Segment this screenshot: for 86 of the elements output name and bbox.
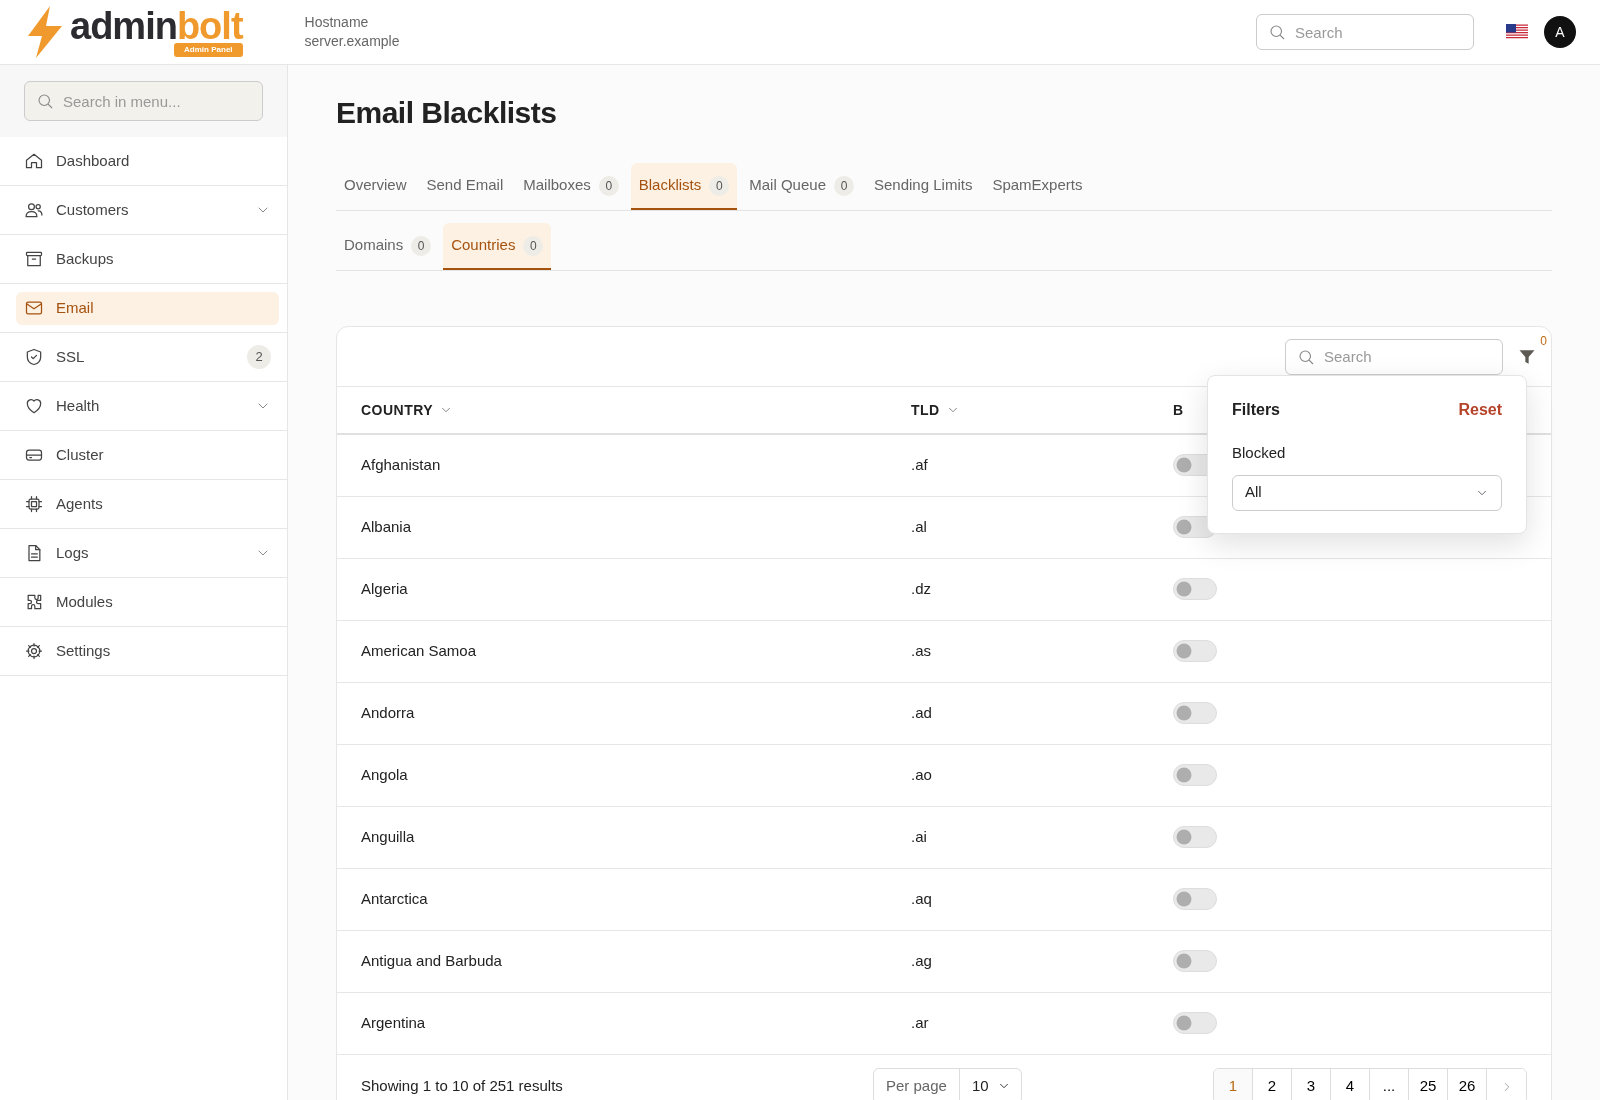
tab[interactable]: Countries 0 [443,223,552,270]
tab[interactable]: Send Email [418,163,512,210]
page-button[interactable]: 1 [1214,1069,1253,1100]
hostname-value: server.example [304,32,400,51]
toggle-switch[interactable] [1173,887,1217,910]
sidebar-item[interactable]: Customers [16,193,279,227]
table-cell-text: .ao [911,765,933,786]
table-cell-text: Andorra [360,703,416,724]
sidebar-item[interactable]: SSL 2 [16,340,279,374]
reset-link[interactable]: Reset [1458,398,1502,422]
sidebar-item[interactable]: Dashboard [16,144,279,178]
table-cell-text: .dz [911,579,932,600]
count-badge: 0 [709,175,730,196]
toggle-switch[interactable] [1173,763,1217,786]
toggle-switch[interactable] [1173,639,1217,662]
sidebar-item[interactable]: Settings [16,634,279,668]
column-header: B [1173,400,1184,420]
search-icon [36,92,54,110]
filter-count: 0 [1540,333,1547,351]
sidebar-item[interactable]: Email [16,291,279,325]
count-badge: 0 [598,175,619,196]
search-field[interactable]: Search [1256,14,1474,50]
blocked-select[interactable]: All [1232,474,1502,511]
shield-icon [24,347,44,367]
table-cell-text: Antarctica [360,889,429,910]
tab[interactable]: Sending Limits [866,163,981,210]
toggle-switch[interactable] [1173,701,1217,724]
table-cell-text: Afghanistan [360,455,442,476]
sidebar-item[interactable]: Backups [16,242,279,276]
sidebar-item[interactable]: Logs [16,536,279,570]
table-cell-text: Anguilla [360,827,416,848]
table-cell-text: American Samoa [360,641,478,662]
toggle-switch[interactable] [1173,825,1217,848]
results-summary: Showing 1 to 10 of 251 results [361,1075,564,1096]
logo-text: bolt [176,7,243,45]
table-search-field[interactable]: Search [1285,338,1503,375]
table-cell-text: Algeria [360,579,409,600]
logo-badge: Admin Panel [174,43,243,57]
table-cell-text: Antigua and Barbuda [360,951,503,972]
table-cell-text: Angola [360,765,409,786]
logo-text: admin [70,7,177,45]
avatar[interactable]: A [1544,16,1576,48]
table-cell-text: .aq [911,889,933,910]
tab[interactable]: SpamExperts [984,163,1091,210]
field-label: Blocked [1232,443,1287,463]
toggle-switch[interactable] [1173,949,1217,972]
tab[interactable]: Mailboxes 0 [515,163,627,210]
count-badge: 0 [411,235,432,256]
archive-icon [24,249,44,269]
house-icon [24,151,44,171]
menu-search-field[interactable]: Search in menu... [24,81,263,121]
table-cell-text: .as [911,641,932,662]
hostname-label: Hostname [304,13,370,32]
search-icon [1297,347,1315,366]
sidebar-item[interactable]: Health [16,389,279,423]
table-cell-text: .ar [911,1013,930,1034]
toggle-switch[interactable] [1173,577,1217,600]
table-cell-text: .al [911,517,928,538]
count-badge: 0 [834,175,854,196]
count-badge: 2 [247,345,271,369]
gear-icon [24,641,44,661]
table-cell-text: Argentina [360,1013,427,1034]
sidebar-item[interactable]: Modules [16,585,279,619]
sidebar-item[interactable]: Agents [16,487,279,521]
page-title: Email Blacklists [336,95,558,131]
per-page-select[interactable]: Per page 10 [873,1068,1022,1100]
tab[interactable]: Mail Queue 0 [741,163,862,210]
flag-icon [1506,24,1528,40]
chip-icon [24,494,44,514]
tab[interactable]: Blacklists 0 [630,163,738,210]
table-cell-text: .ai [911,827,928,848]
table-cell-text: .ag [911,951,933,972]
tab[interactable]: Domains 0 [336,223,440,270]
column-header[interactable]: COUNTRY [361,399,454,421]
tab[interactable]: Overview [336,163,415,210]
table-cell-text: .af [911,455,929,476]
sidebar-item[interactable]: Cluster [16,438,279,472]
people-icon [24,200,44,220]
column-header[interactable]: TLD [911,399,960,421]
table-cell-text: Albania [360,517,413,538]
search-icon [1268,23,1286,41]
count-badge: 0 [523,235,544,256]
heart-icon [24,396,44,416]
toggle-switch[interactable] [1173,1011,1217,1034]
popup-title: Filters [1232,400,1280,420]
table-cell-text: .ad [911,703,933,724]
